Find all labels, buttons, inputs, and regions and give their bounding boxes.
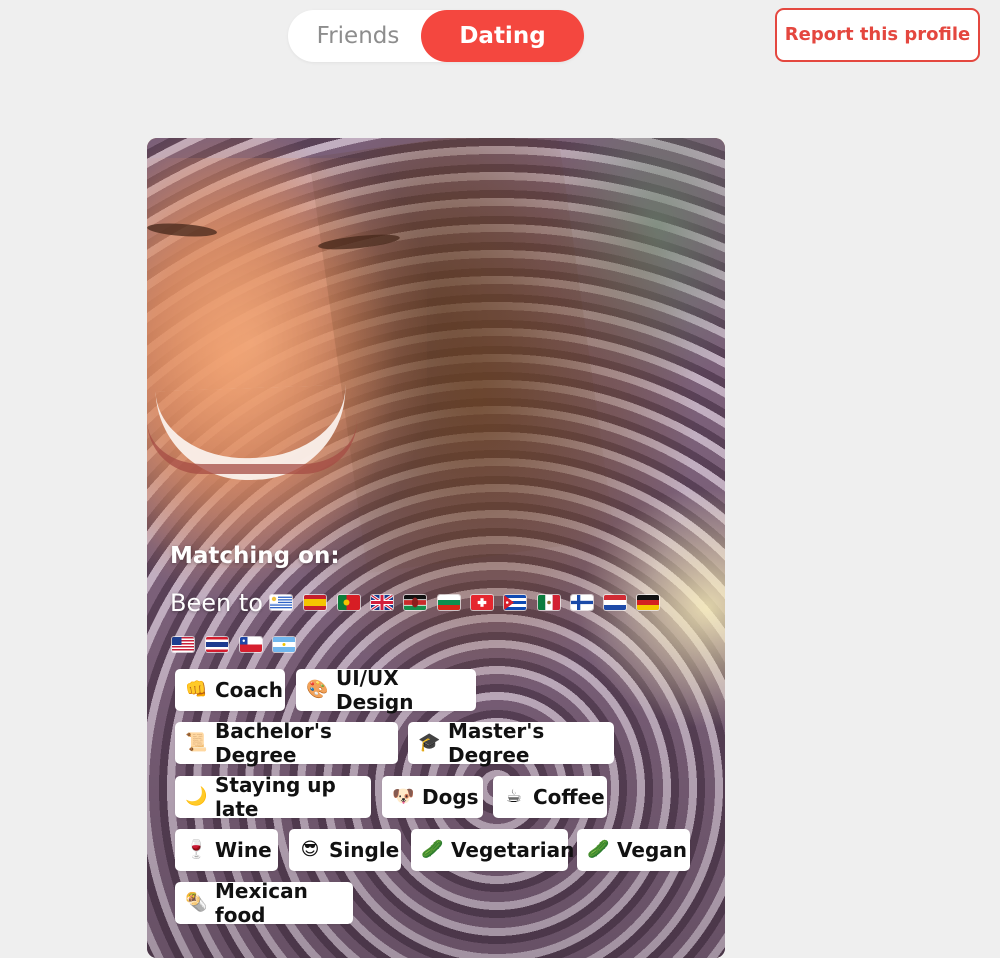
fist-icon: 👊: [185, 679, 208, 700]
tag-bachelors-degree[interactable]: 📜 Bachelor's Degree: [175, 719, 398, 767]
smiling-face-sunglasses-icon: 😎: [300, 839, 320, 860]
tag-label: UI/UX Design: [336, 666, 414, 714]
tag-label: Staying up late: [215, 773, 336, 821]
tag-masters-degree[interactable]: 🎓 Master's Degree: [408, 719, 614, 767]
photo-lip: [147, 420, 357, 474]
tag-coach[interactable]: 👊 Coach: [175, 669, 285, 711]
united-kingdom-flag-icon: [371, 595, 393, 610]
tag-label: Vegan: [617, 838, 687, 862]
mode-toggle: Friends Dating: [288, 10, 584, 62]
bulgaria-flag-icon: [438, 595, 460, 610]
moon-icon: 🌙: [185, 786, 208, 807]
tag-mexican-food[interactable]: 🌯 Mexican food: [175, 879, 353, 927]
profile-card: Matching on: Been to 👊 Coach 🎨 UI/UX Des…: [147, 138, 725, 958]
united-states-flag-icon: [172, 637, 194, 652]
tag-ui-ux-design[interactable]: 🎨 UI/UX Design: [296, 666, 476, 714]
spain-flag-icon: [304, 595, 326, 610]
tag-label: Coffee: [533, 785, 605, 809]
scroll-icon: 📜: [185, 732, 208, 753]
tag-single[interactable]: 😎 Single: [289, 829, 401, 871]
tag-wine[interactable]: 🍷 Wine: [175, 829, 278, 871]
graduation-cap-icon: 🎓: [418, 732, 441, 753]
matching-on-title: Matching on:: [170, 543, 340, 569]
finland-flag-icon: [571, 595, 593, 610]
tag-vegetarian[interactable]: 🥒 Vegetarian: [411, 829, 574, 871]
cucumber-icon: 🥒: [421, 839, 444, 860]
report-profile-button[interactable]: Report this profile: [775, 8, 980, 62]
tag-dogs[interactable]: 🐶 Dogs: [382, 776, 483, 818]
tab-dating[interactable]: Dating: [421, 10, 584, 62]
mexico-flag-icon: [538, 595, 560, 610]
argentina-flag-icon: [273, 637, 295, 652]
cucumber-icon: 🥒: [587, 839, 610, 860]
burrito-icon: 🌯: [185, 892, 208, 913]
tag-label: Vegetarian: [451, 838, 575, 862]
tag-label: Single: [329, 838, 400, 862]
tag-label: Master's Degree: [448, 719, 545, 767]
thailand-flag-icon: [206, 637, 228, 652]
chile-flag-icon: [240, 637, 262, 652]
uruguay-flag-icon: [270, 595, 292, 610]
wine-glass-icon: 🍷: [185, 839, 208, 860]
tag-label: Wine: [215, 838, 272, 862]
tab-friends[interactable]: Friends: [288, 10, 428, 62]
tag-staying-up-late[interactable]: 🌙 Staying up late: [175, 773, 371, 821]
dog-icon: 🐶: [392, 786, 415, 807]
coffee-icon: ☕: [505, 786, 523, 807]
tag-coffee[interactable]: ☕ Coffee: [493, 776, 607, 818]
kenya-flag-icon: [404, 595, 426, 610]
tag-label: Dogs: [422, 785, 479, 809]
tag-vegan[interactable]: 🥒 Vegan: [577, 829, 690, 871]
tag-label: Coach: [215, 678, 284, 702]
germany-flag-icon: [637, 595, 659, 610]
palette-icon: 🎨: [306, 679, 329, 700]
switzerland-flag-icon: [471, 595, 493, 610]
tag-label: Bachelor's Degree: [215, 719, 332, 767]
cuba-flag-icon: [504, 595, 526, 610]
been-to-label: Been to: [170, 589, 263, 617]
interest-tags: 👊 Coach 🎨 UI/UX Design 📜 Bachelor's Degr…: [175, 666, 705, 931]
portugal-flag-icon: [338, 595, 360, 610]
tag-label: Mexican food: [215, 879, 308, 927]
netherlands-flag-icon: [604, 595, 626, 610]
